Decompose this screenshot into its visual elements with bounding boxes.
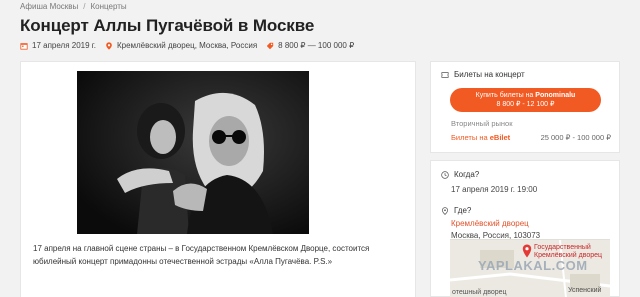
breadcrumb: Афиша Москвы / Концерты	[20, 2, 127, 11]
watermark-logo: YAPLAKAL.COM	[478, 258, 588, 273]
ebilet-link-brand: eBilet	[489, 133, 511, 142]
venue-link[interactable]: Кремлёвский дворец	[451, 219, 529, 228]
event-description: 17 апреля на главной сцене страны – в Го…	[33, 244, 370, 266]
breadcrumb-link-concerts[interactable]: Концерты	[91, 2, 127, 11]
price-tag-icon	[266, 42, 274, 49]
where-header: Где?	[441, 206, 471, 215]
ebilet-link[interactable]: Билеты на eBilet	[451, 133, 510, 142]
meta-date-text: 17 апреля 2019 г.	[32, 41, 96, 50]
meta-venue: Кремлёвский дворец, Москва, Россия	[105, 41, 257, 50]
breadcrumb-separator: /	[83, 2, 86, 11]
map-label-right: Успенский	[568, 287, 602, 294]
secondary-market-label: Вторичный рынок	[451, 119, 513, 128]
ebilet-price: 25 000 ₽ - 100 000 ₽	[540, 133, 611, 142]
map-pin-icon	[522, 244, 532, 258]
tickets-header-text: Билеты на концерт	[454, 70, 525, 79]
page-title: Концерт Аллы Пугачёвой в Москве	[20, 16, 315, 35]
buy-button-prefix: Купить билеты на	[475, 92, 534, 99]
meta-venue-text: Кремлёвский дворец, Москва, Россия	[116, 41, 258, 50]
event-main-card: 17 апреля на главной сцене страны – в Го…	[20, 61, 416, 297]
breadcrumb-link-afisha[interactable]: Афиша Москвы	[20, 2, 78, 11]
event-meta: 17 апреля 2019 г. Кремлёвский дворец, Мо…	[20, 41, 363, 50]
buy-tickets-button-label: Купить билеты на Ponominalu	[450, 91, 601, 100]
map-label-left: отешный дворец	[452, 289, 507, 296]
ebilet-link-prefix: Билеты на	[451, 133, 488, 142]
when-value: 17 апреля 2019 г. 19:00	[451, 185, 538, 194]
buy-tickets-button-price: 8 800 ₽ - 12 100 ₽	[496, 101, 555, 108]
buy-button-brand: Ponominalu	[535, 92, 576, 99]
clock-icon	[441, 170, 449, 179]
ticket-icon	[441, 71, 449, 78]
when-label: Когда?	[454, 170, 480, 179]
location-pin-icon	[106, 41, 112, 50]
calendar-icon	[20, 42, 28, 50]
location-pin-icon	[442, 206, 448, 215]
where-label: Где?	[454, 206, 472, 215]
event-photo	[77, 71, 309, 234]
meta-price-text: 8 800 ₽ — 100 000 ₽	[278, 41, 355, 50]
when-header: Когда?	[441, 170, 479, 179]
meta-price: 8 800 ₽ — 100 000 ₽	[266, 41, 354, 50]
tickets-card: Билеты на концерт Купить билеты на Ponom…	[430, 61, 620, 153]
event-photo-image	[77, 71, 309, 234]
ebilet-row: Билеты на eBilet 25 000 ₽ - 100 000 ₽	[451, 133, 611, 142]
buy-tickets-button[interactable]: Купить билеты на Ponominalu 8 800 ₽ - 12…	[450, 88, 601, 112]
meta-date: 17 апреля 2019 г.	[20, 41, 96, 50]
tickets-header: Билеты на концерт	[441, 70, 525, 79]
